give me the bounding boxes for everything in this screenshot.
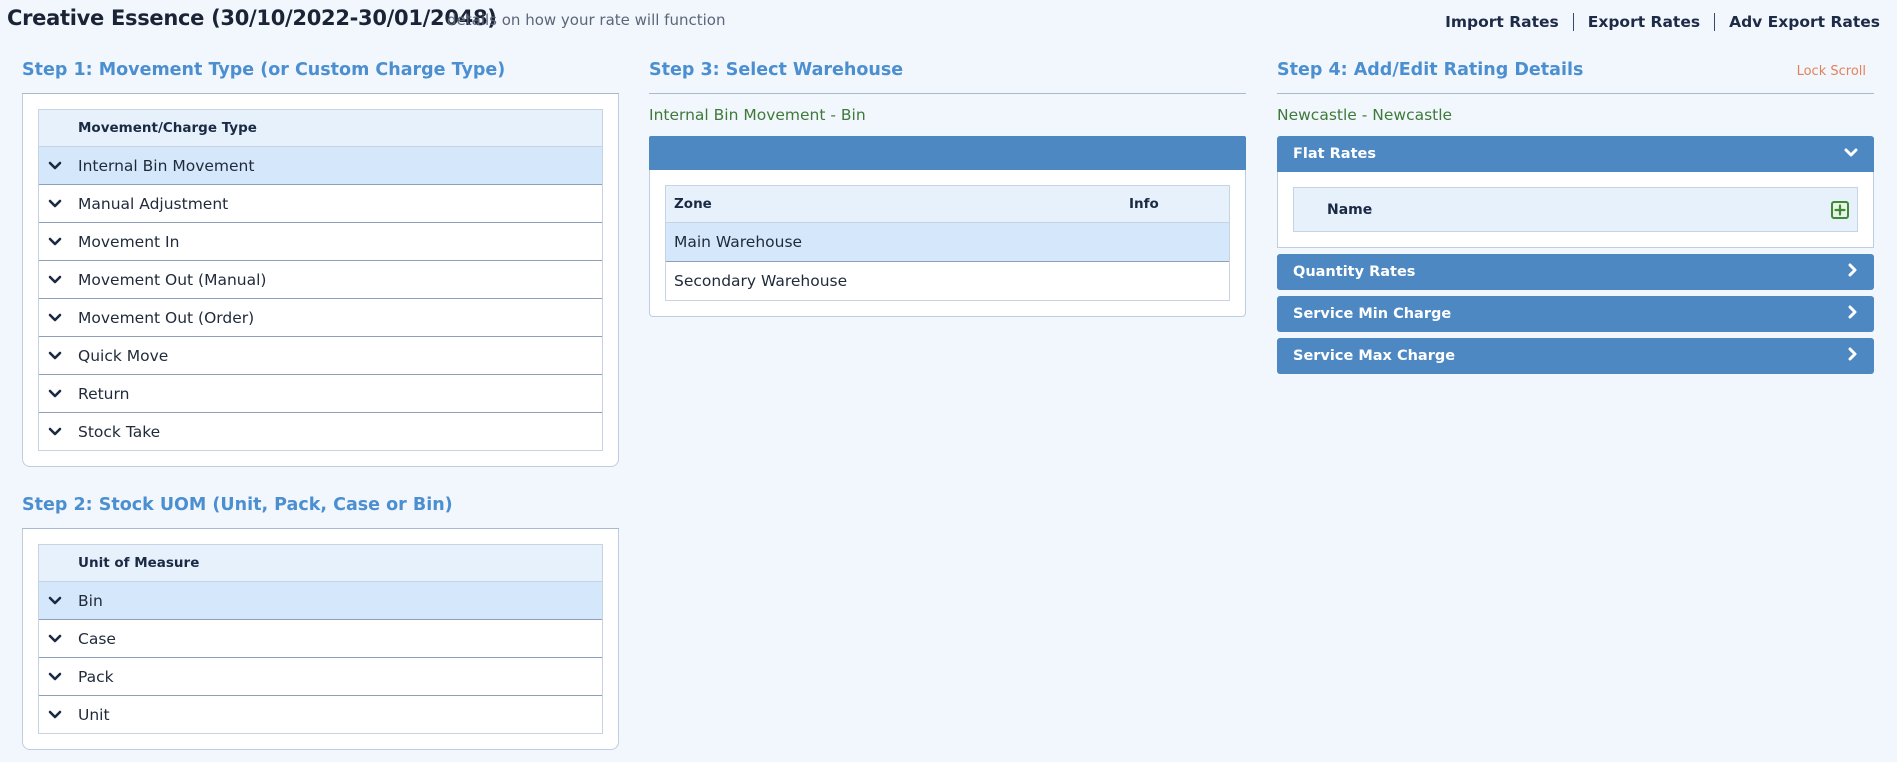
movement-type-table: Movement/Charge Type Internal Bin Moveme… <box>38 109 603 451</box>
step2-title: Step 2: Stock UOM (Unit, Pack, Case or B… <box>22 495 619 529</box>
row-label: Unit <box>78 705 110 724</box>
table-row[interactable]: Main Warehouse <box>666 223 1229 262</box>
warehouse-box: Zone Info Main Warehouse Secondary Wareho… <box>649 170 1246 317</box>
chevron-down-icon[interactable] <box>48 389 62 399</box>
row-label: Manual Adjustment <box>78 194 229 213</box>
column-header: Unit of Measure <box>78 555 200 571</box>
chevron-down-icon[interactable] <box>48 596 62 606</box>
table-row[interactable]: Unit <box>39 696 602 733</box>
link-divider <box>1714 13 1716 31</box>
table-row[interactable]: Manual Adjustment <box>39 185 602 223</box>
step1-panel: Step 1: Movement Type (or Custom Charge … <box>22 60 619 467</box>
top-links: Import Rates Export Rates Adv Export Rat… <box>1445 13 1880 31</box>
table-row[interactable]: Quick Move <box>39 337 602 375</box>
chevron-right-icon <box>1848 305 1858 323</box>
service-max-charge-label: Service Max Charge <box>1293 348 1456 364</box>
page-title: Creative Essence (30/10/2022-30/01/2048) <box>7 6 497 30</box>
name-column-header: Name <box>1327 201 1373 218</box>
zone-column-header: Zone <box>674 196 712 212</box>
flat-rates-header[interactable]: Flat Rates <box>1277 136 1874 172</box>
service-min-charge-header[interactable]: Service Min Charge <box>1277 296 1874 332</box>
chevron-down-icon[interactable] <box>48 161 62 171</box>
row-label: Movement Out (Order) <box>78 308 255 327</box>
step3-context: Internal Bin Movement - Bin <box>649 106 866 124</box>
page-subtitle: details on how your rate will function <box>447 11 726 29</box>
quantity-rates-header[interactable]: Quantity Rates <box>1277 254 1874 290</box>
step2-panel: Step 2: Stock UOM (Unit, Pack, Case or B… <box>22 495 619 750</box>
table-row[interactable]: Movement Out (Manual) <box>39 261 602 299</box>
chevron-down-icon <box>1844 146 1858 162</box>
chevron-right-icon <box>1848 347 1858 365</box>
lock-scroll-link[interactable]: Lock Scroll <box>1797 64 1866 79</box>
row-label: Internal Bin Movement <box>78 156 255 175</box>
row-label: Movement Out (Manual) <box>78 270 267 289</box>
row-label: Movement In <box>78 232 180 251</box>
flat-rates-table-header: Name <box>1293 187 1858 232</box>
adv-export-rates-link[interactable]: Adv Export Rates <box>1729 13 1880 31</box>
table-header: Unit of Measure <box>39 545 602 582</box>
step3-panel: Step 3: Select Warehouse Internal Bin Mo… <box>649 60 1246 317</box>
row-label: Quick Move <box>78 346 169 365</box>
step4-title: Step 4: Add/Edit Rating Details Lock Scr… <box>1277 60 1874 94</box>
step4-context: Newcastle - Newcastle <box>1277 106 1453 124</box>
chevron-down-icon[interactable] <box>48 199 62 209</box>
row-label: Pack <box>78 667 114 686</box>
service-min-charge-label: Service Min Charge <box>1293 306 1452 322</box>
export-rates-link[interactable]: Export Rates <box>1588 13 1700 31</box>
add-icon[interactable] <box>1831 200 1849 219</box>
chevron-down-icon[interactable] <box>48 351 62 361</box>
quantity-rates-label: Quantity Rates <box>1293 264 1416 280</box>
chevron-down-icon[interactable] <box>48 313 62 323</box>
chevron-right-icon <box>1848 263 1858 281</box>
step1-box: Movement/Charge Type Internal Bin Moveme… <box>22 94 619 467</box>
flat-rates-body: Name <box>1277 172 1874 248</box>
info-column-header: Info <box>1129 196 1159 212</box>
table-row[interactable]: Movement In <box>39 223 602 261</box>
table-row[interactable]: Pack <box>39 658 602 696</box>
link-divider <box>1572 13 1574 31</box>
uom-table: Unit of Measure Bin Case Pack Unit <box>38 544 603 734</box>
table-row[interactable]: Bin <box>39 582 602 620</box>
flat-rates-label: Flat Rates <box>1293 146 1376 162</box>
chevron-down-icon[interactable] <box>48 275 62 285</box>
row-label: Bin <box>78 591 103 610</box>
table-row[interactable]: Stock Take <box>39 413 602 450</box>
table-header: Zone Info <box>666 186 1229 223</box>
step1-title: Step 1: Movement Type (or Custom Charge … <box>22 60 619 94</box>
step4-panel: Step 4: Add/Edit Rating Details Lock Scr… <box>1277 60 1874 380</box>
step4-title-text: Step 4: Add/Edit Rating Details <box>1277 60 1584 80</box>
zone-cell: Secondary Warehouse <box>674 272 848 290</box>
step3-title: Step 3: Select Warehouse <box>649 60 1246 94</box>
chevron-down-icon[interactable] <box>48 237 62 247</box>
step2-box: Unit of Measure Bin Case Pack Unit <box>22 529 619 750</box>
chevron-down-icon[interactable] <box>48 634 62 644</box>
import-rates-link[interactable]: Import Rates <box>1445 13 1559 31</box>
zone-cell: Main Warehouse <box>674 233 803 251</box>
chevron-down-icon[interactable] <box>48 672 62 682</box>
warehouse-table: Zone Info Main Warehouse Secondary Wareho… <box>665 185 1230 301</box>
warehouse-panel-header <box>649 136 1246 170</box>
chevron-down-icon[interactable] <box>48 710 62 720</box>
table-header: Movement/Charge Type <box>39 110 602 147</box>
table-row[interactable]: Movement Out (Order) <box>39 299 602 337</box>
service-max-charge-header[interactable]: Service Max Charge <box>1277 338 1874 374</box>
table-row[interactable]: Secondary Warehouse <box>666 262 1229 300</box>
column-header: Movement/Charge Type <box>78 120 257 136</box>
table-row[interactable]: Internal Bin Movement <box>39 147 602 185</box>
chevron-down-icon[interactable] <box>48 427 62 437</box>
table-row[interactable]: Return <box>39 375 602 413</box>
table-row[interactable]: Case <box>39 620 602 658</box>
row-label: Case <box>78 629 116 648</box>
row-label: Return <box>78 384 130 403</box>
row-label: Stock Take <box>78 422 161 441</box>
